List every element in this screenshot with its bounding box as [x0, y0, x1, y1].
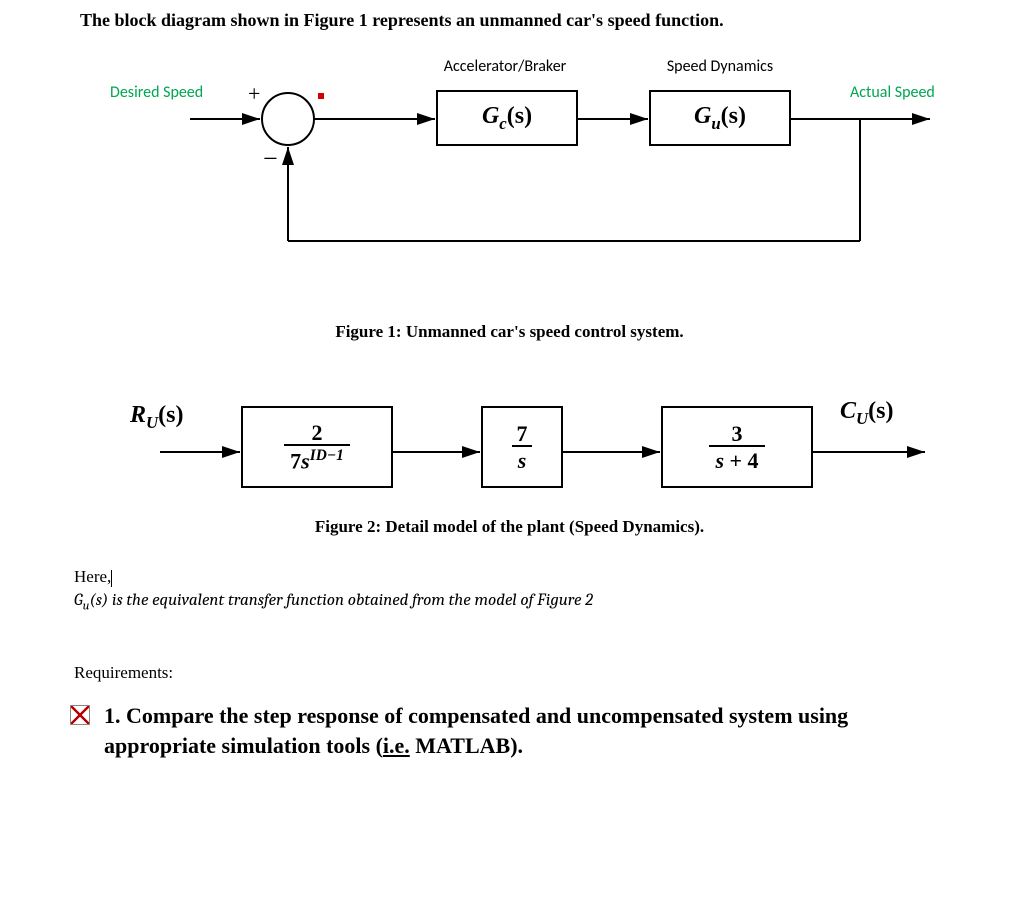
block-2-fraction: 7 s [511, 422, 532, 472]
red-marker-icon [318, 93, 324, 99]
output-label-cu: CU(s) [840, 398, 940, 429]
figure-1-svg: Accelerator/Braker Speed Dynamics Desire… [80, 51, 940, 311]
figure-1-caption: Figure 1: Unmanned car's speed control s… [80, 322, 940, 342]
accelerator-braker-label: Accelerator/Braker [443, 57, 566, 76]
gu-definition-note: Gu(s) is the equivalent transfer functio… [74, 591, 949, 613]
requirements-heading: Requirements: [74, 663, 949, 683]
sum-plus: + [248, 81, 260, 106]
desired-speed-label: Desired Speed [110, 83, 203, 102]
actual-speed-label: Actual Speed [850, 83, 935, 102]
input-label-ru: RU(s) [130, 402, 230, 433]
broken-image-icon [70, 705, 90, 725]
figure-1-block-diagram: Accelerator/Braker Speed Dynamics Desire… [80, 51, 940, 342]
block-1-fraction: 2 7sID−1 [284, 421, 350, 473]
figure-2-caption: Figure 2: Detail model of the plant (Spe… [80, 517, 940, 537]
speed-dynamics-label: Speed Dynamics [666, 57, 772, 76]
document-page: The block diagram shown in Figure 1 repr… [0, 0, 1019, 791]
requirement-1-text: 1. Compare the step response of compensa… [104, 701, 949, 760]
figure-2-svg: RU(s) 2 7sID−1 [80, 382, 940, 502]
requirement-1: 1. Compare the step response of compensa… [70, 701, 949, 760]
problem-statement: The block diagram shown in Figure 1 repr… [80, 10, 949, 31]
gc-transfer-function: Gc(s) [481, 103, 531, 134]
figure-2-block-diagram: RU(s) 2 7sID−1 [80, 382, 940, 537]
block-3-fraction: 3 s + 4 [709, 422, 764, 472]
summing-junction-icon [262, 93, 314, 145]
sum-minus: − [263, 144, 278, 173]
gu-transfer-function: Gu(s) [693, 103, 745, 134]
text-cursor-icon [111, 570, 112, 587]
here-text: Here, [74, 567, 949, 587]
